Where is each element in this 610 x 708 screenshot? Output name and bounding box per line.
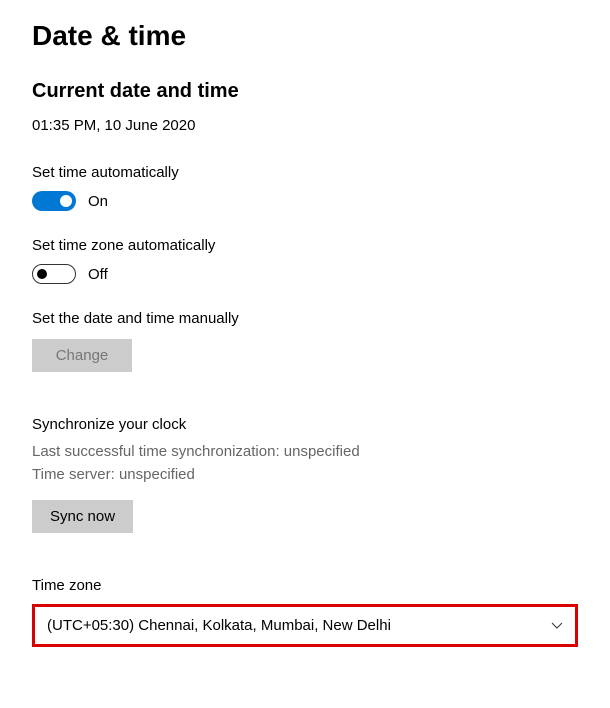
- timezone-label: Time zone: [32, 577, 578, 594]
- toggle-knob: [37, 269, 47, 279]
- set-tz-auto-toggle[interactable]: [32, 264, 76, 284]
- set-time-auto-state: On: [88, 193, 108, 210]
- timezone-dropdown[interactable]: (UTC+05:30) Chennai, Kolkata, Mumbai, Ne…: [32, 604, 578, 647]
- chevron-down-icon: [551, 620, 563, 632]
- last-sync-text: Last successful time synchronization: un…: [32, 441, 578, 464]
- page-title: Date & time: [32, 20, 578, 52]
- change-button: Change: [32, 339, 132, 372]
- set-tz-auto-label: Set time zone automatically: [32, 237, 578, 254]
- current-datetime-value: 01:35 PM, 10 June 2020: [32, 117, 578, 134]
- set-time-auto-label: Set time automatically: [32, 164, 578, 181]
- set-time-auto-toggle[interactable]: [32, 191, 76, 211]
- sync-header: Synchronize your clock: [32, 416, 578, 433]
- toggle-knob: [60, 195, 72, 207]
- sync-now-button[interactable]: Sync now: [32, 500, 133, 533]
- timezone-selected-value: (UTC+05:30) Chennai, Kolkata, Mumbai, Ne…: [47, 617, 391, 634]
- time-server-text: Time server: unspecified: [32, 464, 578, 487]
- set-manual-label: Set the date and time manually: [32, 310, 578, 327]
- set-tz-auto-state: Off: [88, 266, 108, 283]
- current-datetime-header: Current date and time: [32, 80, 578, 103]
